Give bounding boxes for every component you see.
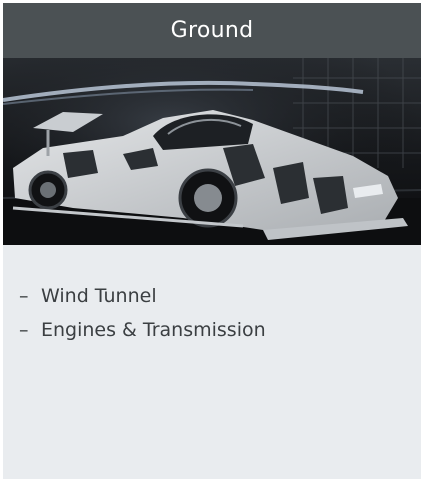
list-item-label: Engines & Transmission <box>41 319 266 341</box>
category-card[interactable]: Ground – Wind Tunnel – Engines & Transmi… <box>3 3 421 479</box>
race-car-wind-tunnel-image <box>3 58 421 245</box>
list-item-engines-transmission[interactable]: – Engines & Transmission <box>19 313 421 347</box>
dash-bullet: – <box>19 285 29 307</box>
dash-bullet: – <box>19 319 29 341</box>
card-title: Ground <box>170 18 254 43</box>
feature-list: – Wind Tunnel – Engines & Transmission <box>19 279 421 347</box>
list-item-wind-tunnel[interactable]: – Wind Tunnel <box>19 279 421 313</box>
list-item-label: Wind Tunnel <box>41 285 157 307</box>
card-header: Ground <box>3 3 421 58</box>
card-body: – Wind Tunnel – Engines & Transmission <box>3 245 421 347</box>
car-photo-illustration <box>3 58 421 245</box>
